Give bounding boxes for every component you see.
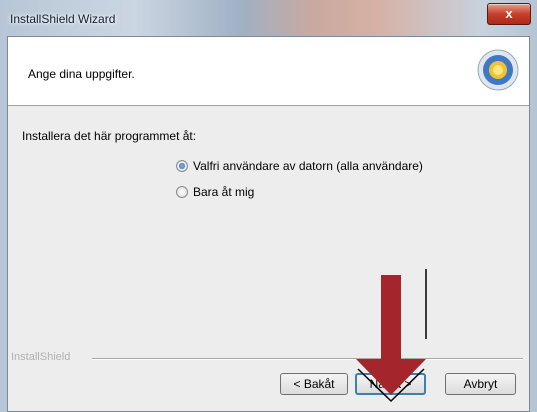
installer-window: InstallShield Wizard x Ange dina uppgift… (0, 0, 537, 412)
radio-all-users[interactable] (176, 160, 188, 172)
installshield-brand: InstallShield (11, 351, 71, 363)
footer-divider (92, 358, 523, 360)
back-button[interactable]: < Bakåt (280, 373, 348, 395)
option-all-users[interactable]: Valfri användare av datorn (alla använda… (176, 159, 423, 173)
installshield-logo-icon (477, 49, 519, 91)
option-only-me-label[interactable]: Bara åt mig (193, 185, 254, 199)
cancel-button[interactable]: Avbryt (445, 373, 516, 395)
header-text: Ange dina uppgifter. (28, 67, 135, 81)
wizard-panel: Ange dina uppgifter. Installera det här … (7, 36, 530, 412)
option-all-users-label[interactable]: Valfri användare av datorn (alla använda… (193, 159, 423, 173)
wizard-header: Ange dina uppgifter. (8, 37, 529, 106)
down-arrow-icon (356, 269, 427, 403)
window-title: InstallShield Wizard (10, 12, 116, 26)
close-button[interactable]: x (487, 3, 531, 25)
title-bar[interactable]: InstallShield Wizard x (0, 0, 537, 36)
install-for-prompt: Installera det här programmet åt: (22, 129, 197, 143)
radio-only-me[interactable] (176, 186, 188, 198)
option-only-me[interactable]: Bara åt mig (176, 185, 254, 199)
